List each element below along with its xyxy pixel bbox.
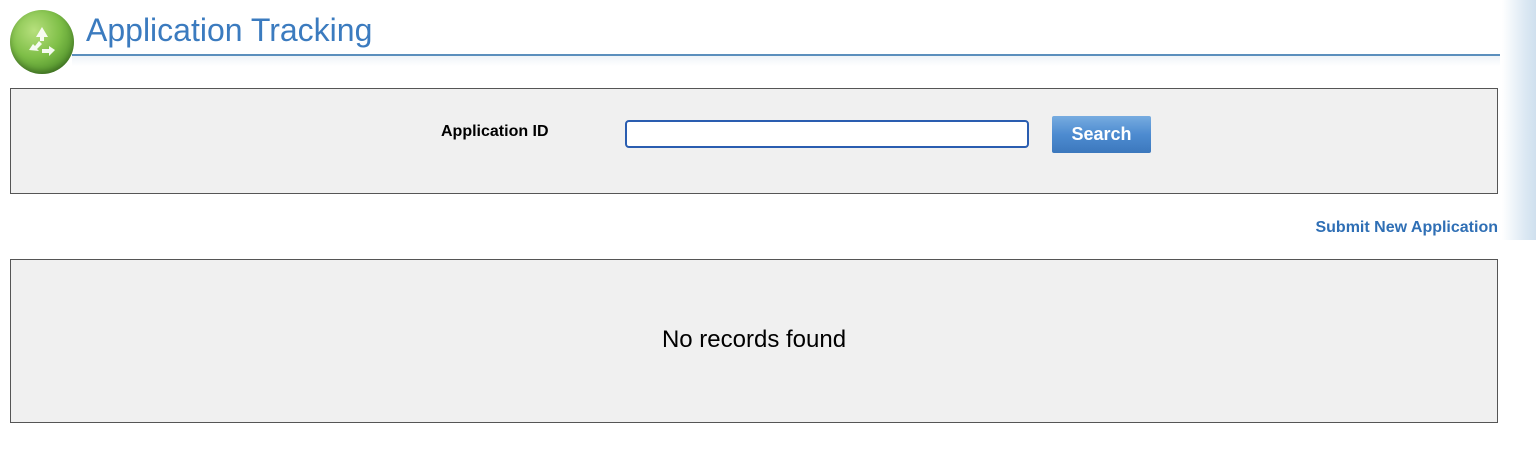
page-header: Application Tracking bbox=[8, 6, 1500, 74]
recycle-icon bbox=[10, 10, 74, 74]
edge-glow bbox=[1502, 0, 1536, 240]
no-records-message: No records found bbox=[661, 326, 847, 353]
submit-new-application-link[interactable]: Submit New Application bbox=[1315, 219, 1498, 237]
recycle-glyph bbox=[29, 27, 55, 56]
search-button[interactable]: Search bbox=[1052, 116, 1151, 153]
application-id-label: Application ID bbox=[441, 123, 549, 140]
results-panel: No records found bbox=[10, 259, 1498, 423]
application-tracking-page: Application Tracking Application ID Sear… bbox=[0, 0, 1536, 466]
search-panel: Application ID Search bbox=[10, 88, 1498, 194]
application-id-input[interactable] bbox=[625, 120, 1029, 148]
header-shadow bbox=[72, 56, 1500, 66]
page-title: Application Tracking bbox=[86, 12, 373, 48]
